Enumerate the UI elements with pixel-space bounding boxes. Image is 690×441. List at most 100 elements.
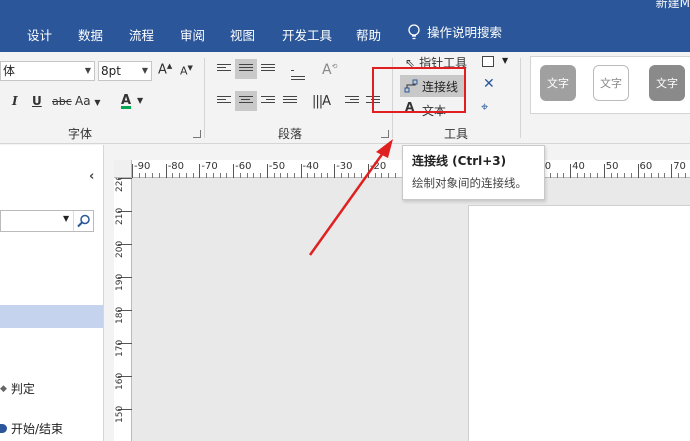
align-left-icon[interactable] [217, 96, 231, 108]
ruler-tick [165, 164, 167, 178]
paragraph-dialog-launcher-icon[interactable] [381, 130, 389, 138]
align-center-button[interactable] [235, 91, 257, 111]
justify-icon[interactable] [283, 96, 297, 108]
ruler-minor-tick [212, 173, 214, 178]
ruler-minor-tick [361, 173, 363, 178]
font-size-value: 8pt [101, 64, 121, 78]
chevron-down-icon[interactable]: ▼ [142, 62, 148, 80]
align-top-icon[interactable] [217, 64, 231, 76]
italic-button[interactable]: I [12, 94, 18, 108]
ruler-minor-tick [152, 173, 154, 178]
font-color-button[interactable]: A [116, 93, 136, 108]
shrink-font-icon[interactable]: A▼ [180, 64, 193, 78]
search-icon [77, 214, 90, 228]
menu-developer[interactable]: 开发工具 [282, 25, 332, 44]
selected-stencil-band[interactable] [0, 305, 103, 328]
text-direction-icon[interactable]: |||A [312, 94, 331, 109]
style-swatch[interactable]: 文字 [593, 65, 629, 101]
underline-button[interactable]: U [32, 94, 42, 108]
ruler-minor-tick [327, 173, 329, 178]
connector-tooltip: 连接线 (Ctrl+3) 绘制对象间的连接线。 [402, 145, 545, 200]
ruler-minor-tick [617, 173, 619, 178]
ruler-label: -40 [302, 161, 319, 172]
ruler-corner [114, 160, 132, 178]
menu-process[interactable]: 流程 [129, 25, 154, 44]
change-case-label: Aa [75, 94, 91, 108]
ruler-label: 60 [639, 161, 653, 172]
chevron-down-icon[interactable]: ▼ [63, 214, 69, 223]
font-dialog-launcher-icon[interactable] [193, 130, 201, 138]
ruler-minor-tick [549, 173, 551, 178]
chevron-down-icon[interactable]: ▼ [502, 56, 508, 65]
ruler-minor-tick [644, 173, 646, 178]
ruler-minor-tick [347, 173, 349, 178]
collapse-pane-icon[interactable]: ‹ [89, 169, 94, 184]
ruler-minor-tick [219, 173, 221, 178]
strikethrough-button[interactable]: abc [52, 95, 72, 108]
style-swatch[interactable]: 文字 [540, 65, 576, 101]
tell-me-search[interactable]: 操作说明搜索 [407, 22, 502, 41]
paragraph-group-label: 段落 [278, 127, 303, 141]
shape-start-end[interactable]: 开始/结束 [0, 420, 63, 437]
ruler-minor-tick [293, 173, 295, 178]
ruler-tick [637, 164, 639, 178]
font-family-combo[interactable]: 体 ▼ [0, 61, 95, 81]
align-bottom-icon[interactable] [261, 64, 275, 76]
tell-me-label: 操作说明搜索 [427, 25, 503, 40]
shape-search-input[interactable]: ▼ [0, 210, 94, 232]
change-case-button[interactable]: Aa ▼ [75, 94, 101, 108]
rectangle-icon[interactable] [482, 56, 494, 67]
ruler-minor-tick [287, 173, 289, 178]
ruler-tick [132, 164, 133, 178]
lightbulb-icon [408, 23, 420, 39]
style-swatch[interactable]: 文字 [649, 65, 685, 101]
ruler-minor-tick [253, 173, 255, 178]
ruler-label: 210 [115, 207, 125, 225]
shape-styles-gallery[interactable]: 文字 文字 文字 [530, 56, 690, 114]
decrease-indent-icon[interactable] [345, 96, 359, 108]
ruler-minor-tick [583, 173, 585, 178]
ruler-label: 190 [115, 273, 125, 291]
align-right-icon[interactable] [261, 96, 275, 108]
menu-view[interactable]: 视图 [230, 25, 255, 44]
grow-font-icon[interactable]: A▲ [158, 62, 172, 77]
menu-help[interactable]: 帮助 [356, 25, 381, 44]
menu-data[interactable]: 数据 [78, 25, 103, 44]
ruler-label: 40 [572, 161, 585, 172]
ruler-minor-tick [313, 173, 315, 178]
ruler-minor-tick [556, 173, 558, 178]
bullets-icon[interactable] [291, 62, 305, 80]
ruler-minor-tick [388, 173, 390, 178]
close-icon[interactable]: ✕ [483, 76, 495, 92]
align-middle-button[interactable] [235, 59, 257, 79]
ruler-minor-tick [664, 173, 666, 178]
ruler-minor-tick [657, 173, 659, 178]
shape-decision[interactable]: ◆ 判定 [0, 380, 35, 397]
ruler-label: 160 [115, 372, 125, 390]
ruler-label: -80 [167, 161, 185, 172]
connection-point-icon[interactable]: ⌖ [481, 100, 488, 115]
ruler-minor-tick [394, 173, 396, 178]
text-style-icon[interactable]: A⟲ [322, 62, 337, 78]
ruler-tick [570, 164, 572, 178]
ruler-minor-tick [630, 173, 632, 178]
ruler-minor-tick [590, 173, 592, 178]
menu-review[interactable]: 审阅 [180, 25, 205, 44]
chevron-down-icon[interactable]: ▼ [85, 62, 91, 80]
vertical-ruler: 220 210 200 190 180 170 160 150 [114, 160, 132, 441]
ruler-minor-tick [226, 173, 228, 178]
drawing-page[interactable] [468, 205, 690, 441]
ruler-label: -90 [134, 161, 151, 172]
ruler-minor-tick [206, 173, 208, 178]
ruler-label: -70 [201, 161, 218, 172]
align-center-icon [239, 96, 253, 108]
font-size-combo[interactable]: 8pt ▼ [98, 61, 152, 81]
chevron-down-icon[interactable]: ▼ [137, 96, 143, 105]
font-group-label: 字体 [68, 127, 93, 141]
search-button[interactable] [73, 211, 93, 231]
style-swatch-label: 文字 [547, 77, 569, 90]
menu-design[interactable]: 设计 [27, 25, 52, 44]
ruler-minor-tick [610, 173, 612, 178]
ruler-minor-tick [172, 173, 174, 178]
tools-group-label: 工具 [444, 127, 469, 141]
